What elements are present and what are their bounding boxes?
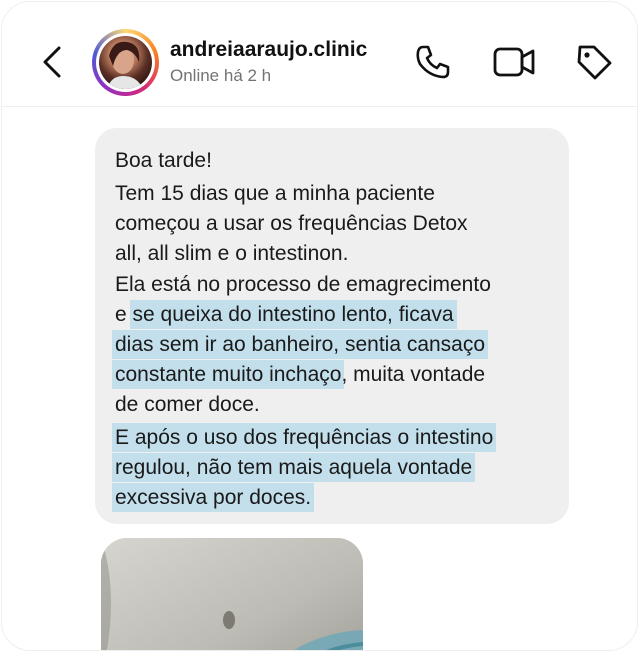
chevron-left-icon xyxy=(43,46,61,78)
avatar-photo xyxy=(99,36,152,89)
chat-header: andreiaaraujo.clinic Online há 2 h xyxy=(2,2,637,107)
tag-button[interactable] xyxy=(574,42,614,82)
online-status: Online há 2 h xyxy=(170,66,272,85)
photo-attachment[interactable] xyxy=(101,538,363,650)
message-paragraph-1: Tem 15 dias que a minha paciente começou… xyxy=(115,182,468,265)
highlighted-text: excessiva por doces. xyxy=(115,486,312,509)
video-call-button[interactable] xyxy=(492,42,538,82)
avatar[interactable] xyxy=(92,29,159,96)
highlighted-text: dias sem ir ao banheiro, sentia cansaço xyxy=(115,333,486,356)
phone-icon xyxy=(416,45,450,79)
highlighted-text: constante muito inchaço xyxy=(115,363,342,386)
highlighted-text: se queixa do intestino lento, ficava xyxy=(132,303,454,326)
message-paragraph-3: E após o uso dos frequências o intestino… xyxy=(115,423,494,513)
contact-username[interactable]: andreiaaraujo.clinic xyxy=(170,38,367,62)
back-button[interactable] xyxy=(38,42,68,82)
highlighted-text: regulou, não tem mais aquela vontade xyxy=(115,456,473,479)
message-paragraph-2: Ela está no processo de emagrecimento e … xyxy=(115,273,491,416)
tag-icon xyxy=(577,45,612,80)
call-button[interactable] xyxy=(412,42,452,82)
message-greeting: Boa tarde! xyxy=(115,149,212,172)
chat-window: andreiaaraujo.clinic Online há 2 h Boa t… xyxy=(2,2,637,650)
video-camera-icon xyxy=(493,47,535,77)
highlighted-text: E após o uso dos frequências o intestino xyxy=(115,426,494,449)
